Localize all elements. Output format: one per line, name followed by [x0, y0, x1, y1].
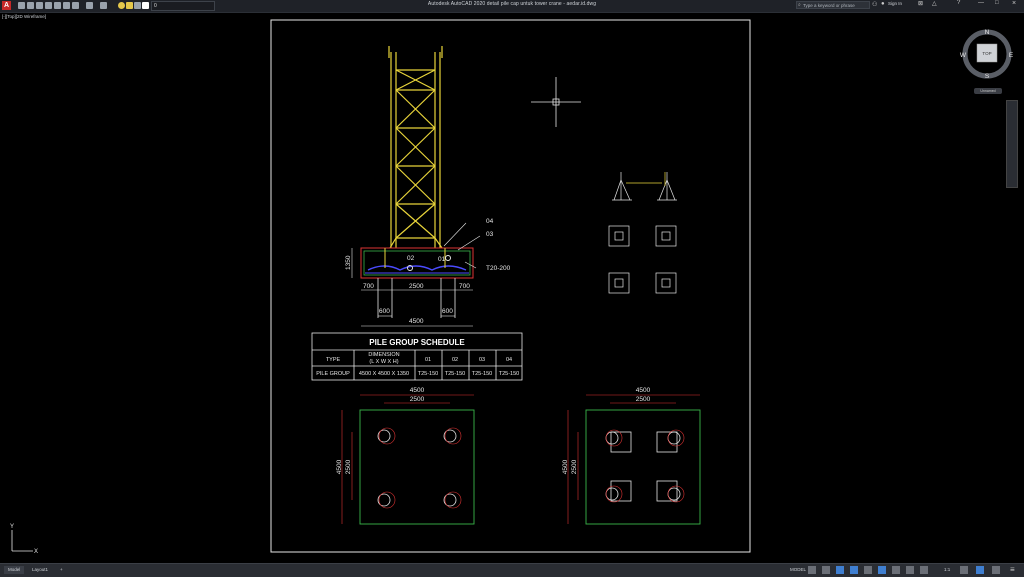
viewcube-east[interactable]: E	[1009, 52, 1014, 59]
dim-700-right: 700	[459, 283, 470, 290]
status-bar: Model Layout1 + MODEL 1:1 ≡	[0, 563, 1024, 577]
anchor-detail-elevation	[612, 172, 677, 201]
callout-04: 04	[486, 218, 494, 225]
wcs-menu[interactable]: Unnamed	[974, 88, 1002, 94]
model-space-toggle[interactable]: MODEL	[786, 566, 810, 574]
tab-layout1[interactable]: Layout1	[28, 566, 52, 574]
plan-left-dim-4500-vertical: 4500	[336, 459, 343, 474]
isodraft-icon[interactable]	[864, 566, 872, 574]
viewcube-top-label[interactable]: TOP	[982, 51, 991, 56]
tab-model[interactable]: Model	[4, 566, 25, 574]
plan-right-dim-2500-vertical: 2500	[571, 459, 578, 474]
tab-add[interactable]: +	[56, 566, 67, 574]
callout-03: 03	[486, 231, 494, 238]
schedule-title: PILE GROUP SCHEDULE	[369, 338, 465, 347]
plan-right-dim-4500-vertical: 4500	[562, 459, 569, 474]
schedule-header-03: 03	[479, 357, 485, 363]
customize-icon[interactable]: ≡	[1010, 565, 1015, 574]
grid-icon[interactable]	[808, 566, 816, 574]
plan-right	[567, 394, 701, 525]
dim-600-left: 600	[379, 308, 390, 315]
schedule-cell-01: T25-150	[418, 371, 439, 377]
ortho-icon[interactable]	[836, 566, 844, 574]
rebar-label: T20-200	[486, 265, 511, 272]
navigation-bar[interactable]	[1006, 100, 1018, 188]
schedule-header-dimension: DIMENSION	[368, 352, 399, 358]
osnap-icon[interactable]	[878, 566, 886, 574]
schedule-cell-02: T25-150	[445, 371, 466, 377]
callout-01: 01	[438, 256, 446, 263]
schedule-header-01: 01	[425, 357, 431, 363]
viewcube-north[interactable]: N	[985, 29, 990, 36]
plan-left-dim-4500: 4500	[410, 387, 425, 394]
isolate-icon[interactable]	[976, 566, 984, 574]
schedule-cell-type: PILE GROUP	[316, 371, 350, 377]
ucs-x-label: X	[34, 549, 38, 555]
hardware-acceleration-icon[interactable]	[992, 566, 1000, 574]
ucs-y-label: Y	[10, 524, 14, 530]
dim-700-left: 700	[363, 283, 374, 290]
schedule-header-dimension-sub: (L X W X H)	[369, 359, 398, 365]
plan-right-dim-4500: 4500	[636, 387, 651, 394]
dim-2500: 2500	[409, 283, 424, 290]
plan-right-dim-2500: 2500	[636, 396, 651, 403]
schedule-cell-04: T25-150	[499, 371, 520, 377]
workspace-icon[interactable]	[960, 566, 968, 574]
plan-left	[341, 394, 475, 525]
plan-left-dim-2500: 2500	[410, 396, 425, 403]
transparency-icon[interactable]	[906, 566, 914, 574]
snap-icon[interactable]	[822, 566, 830, 574]
viewcube-south[interactable]: S	[985, 73, 990, 80]
crosshair-cursor	[531, 77, 581, 127]
polar-icon[interactable]	[850, 566, 858, 574]
dim-1350: 1350	[345, 255, 352, 270]
pile-cap-section	[360, 247, 474, 279]
dim-4500: 4500	[409, 318, 424, 325]
schedule-cell-03: T25-150	[472, 371, 493, 377]
viewcube-west[interactable]: W	[960, 52, 967, 59]
schedule-header-04: 04	[506, 357, 512, 363]
plan-left-dim-2500-vertical: 2500	[345, 459, 352, 474]
dim-600-right: 600	[442, 308, 453, 315]
tower-crane-mast	[388, 46, 443, 249]
drawing-canvas[interactable]: 04 03 01 02 T20-200 1350 700 2500 700 60…	[0, 0, 1024, 576]
schedule-cell-dimension: 4500 X 4500 X 1350	[359, 371, 409, 377]
ucs-icon	[11, 530, 33, 552]
annotation-scale[interactable]: 1:1	[940, 566, 954, 574]
schedule-header-02: 02	[452, 357, 458, 363]
selection-cycling-icon[interactable]	[920, 566, 928, 574]
anchor-plate-details	[608, 225, 677, 294]
callout-02: 02	[407, 255, 415, 262]
lineweight-icon[interactable]	[892, 566, 900, 574]
schedule-header-type: TYPE	[326, 357, 341, 363]
